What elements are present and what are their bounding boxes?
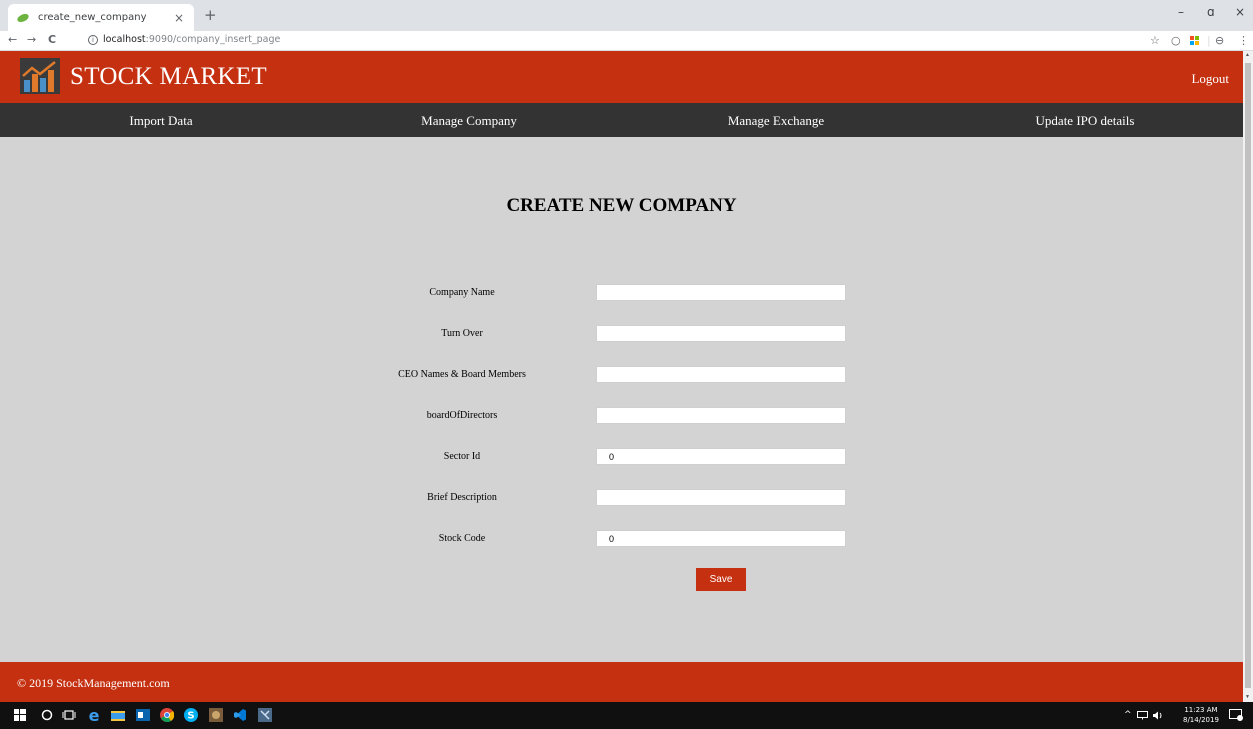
logout-link[interactable]: Logout — [1191, 71, 1229, 87]
save-button[interactable]: Save — [696, 568, 746, 591]
page-scrollbar[interactable]: ▲ ▼ — [1243, 51, 1253, 702]
notification-icon[interactable] — [1229, 708, 1243, 722]
leaf-favicon-icon — [17, 13, 29, 22]
svg-text:S: S — [187, 711, 194, 722]
stock-chart-logo-icon — [20, 58, 60, 94]
info-icon[interactable]: i — [88, 34, 98, 45]
extension-icon[interactable]: ○ — [1171, 34, 1181, 47]
network-icon[interactable] — [1136, 708, 1148, 722]
browser-tab-bar: create_new_company × + – ɑ × — [0, 0, 1253, 31]
clock-time: 11:23 AM — [1184, 706, 1218, 714]
board-of-directors-input[interactable] — [596, 407, 846, 424]
footer: © 2019 StockManagement.com — [0, 662, 1243, 702]
clock-date: 8/14/2019 — [1183, 716, 1219, 724]
taskbar-clock[interactable]: 11:23 AM 8/14/2019 — [1183, 705, 1219, 725]
url-path: :9090/company_insert_page — [145, 34, 281, 45]
office-extension-icon[interactable] — [1190, 36, 1200, 46]
new-tab-button[interactable]: + — [204, 6, 217, 24]
page-title: CREATE NEW COMPANY — [506, 195, 737, 216]
profile-icon[interactable]: ⊖ — [1215, 34, 1224, 47]
turn-over-input[interactable] — [596, 325, 846, 342]
task-view-icon[interactable] — [62, 708, 76, 722]
address-bar: ← → C i localhost:9090/company_insert_pa… — [0, 31, 1253, 51]
back-arrow-icon[interactable]: ← — [8, 33, 17, 46]
tab-close-icon[interactable]: × — [174, 11, 184, 25]
ceo-names-input[interactable] — [596, 366, 846, 383]
ceo-names-label: CEO Names & Board Members — [398, 369, 526, 380]
stock-code-input[interactable] — [596, 530, 846, 547]
tray-expand-icon[interactable]: ^ — [1124, 710, 1132, 720]
outlook-icon[interactable] — [136, 708, 150, 722]
skype-icon[interactable]: S — [184, 708, 198, 722]
bookmark-star-icon[interactable]: ☆ — [1150, 34, 1160, 47]
nav-import-data[interactable]: Import Data — [129, 113, 192, 129]
company-name-input[interactable] — [596, 284, 846, 301]
chrome-icon[interactable] — [160, 708, 174, 722]
url-field[interactable]: i localhost:9090/company_insert_page — [88, 34, 280, 45]
close-window-button[interactable]: × — [1235, 5, 1245, 19]
vscode-icon[interactable] — [233, 708, 247, 722]
url-host: localhost — [103, 34, 146, 45]
search-circle-icon[interactable] — [40, 708, 54, 722]
ssms-icon[interactable] — [258, 708, 272, 722]
nav-update-ipo-details[interactable]: Update IPO details — [1036, 113, 1135, 129]
scroll-down-icon[interactable]: ▼ — [1245, 695, 1250, 700]
brief-description-label: Brief Description — [427, 492, 497, 503]
company-name-label: Company Name — [429, 287, 495, 298]
sector-id-input[interactable] — [596, 448, 846, 465]
brief-description-input[interactable] — [596, 489, 846, 506]
minimize-button[interactable]: – — [1178, 5, 1184, 19]
windows-taskbar: e S ^ 11:23 AM 8/14/2019 — [0, 702, 1253, 729]
forward-arrow-icon[interactable]: → — [27, 33, 36, 46]
sector-id-label: Sector Id — [443, 451, 481, 462]
stock-code-label: Stock Code — [438, 533, 486, 544]
menu-icon[interactable]: ⋮ — [1238, 34, 1249, 47]
main-nav: Import Data Manage Company Manage Exchan… — [0, 103, 1243, 137]
file-explorer-icon[interactable] — [111, 708, 125, 722]
edge-browser-icon[interactable]: e — [87, 706, 101, 725]
app-icon[interactable] — [209, 708, 223, 722]
turn-over-label: Turn Over — [441, 328, 483, 339]
scrollbar-thumb[interactable] — [1245, 63, 1251, 688]
restore-button[interactable]: ɑ — [1207, 5, 1215, 19]
browser-tab[interactable]: create_new_company × — [8, 4, 194, 31]
tab-title: create_new_company — [38, 12, 147, 23]
windows-start-icon[interactable] — [13, 708, 27, 722]
brand-title: STOCK MARKET — [70, 63, 267, 90]
reload-icon[interactable]: C — [48, 33, 56, 46]
board-of-directors-label: boardOfDirectors — [426, 410, 498, 421]
volume-icon[interactable] — [1152, 708, 1164, 722]
copyright-text: © 2019 StockManagement.com — [17, 676, 170, 690]
app-header: STOCK MARKET Logout — [0, 51, 1243, 103]
nav-manage-exchange[interactable]: Manage Exchange — [728, 113, 824, 129]
nav-manage-company[interactable]: Manage Company — [421, 113, 517, 129]
scroll-up-icon[interactable]: ▲ — [1245, 53, 1250, 58]
